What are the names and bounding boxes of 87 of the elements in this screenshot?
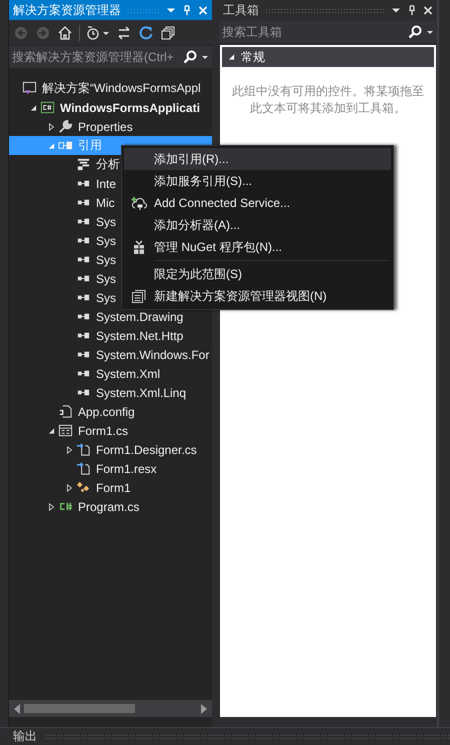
tree-label: 解决方案“WindowsFormsAppl bbox=[42, 80, 201, 97]
expanded-arrow-icon[interactable] bbox=[48, 426, 55, 434]
scroll-right-icon[interactable] bbox=[201, 704, 207, 714]
tree-label: System.Xml bbox=[96, 366, 160, 380]
cloud-plug-icon bbox=[131, 195, 147, 211]
search-field[interactable]: 搜索解决方案资源管理器(Ctrl+ bbox=[9, 46, 212, 68]
expanded-arrow-icon[interactable] bbox=[30, 104, 37, 112]
tree-label: Form1.resx bbox=[96, 462, 157, 476]
tree-label: Sys bbox=[96, 234, 116, 248]
expanded-arrow-icon[interactable] bbox=[228, 53, 235, 61]
horizontal-scrollbar[interactable] bbox=[9, 700, 212, 717]
menu-item[interactable]: 添加服务引用(S)... bbox=[124, 170, 391, 192]
search-placeholder: 搜索工具箱 bbox=[222, 24, 283, 40]
search-field[interactable]: 搜索工具箱 bbox=[219, 21, 437, 43]
tree-item[interactable]: Program.cs bbox=[9, 497, 212, 516]
project-icon bbox=[40, 100, 55, 115]
tree-item[interactable]: System.Windows.For bbox=[9, 345, 212, 364]
tree-item[interactable]: Form1.resx bbox=[9, 459, 212, 478]
menu-item[interactable]: 新建解决方案资源管理器视图(N) bbox=[124, 285, 391, 307]
home-icon[interactable] bbox=[57, 24, 73, 40]
menu-item[interactable]: 限定为此范围(S) bbox=[124, 263, 391, 285]
tree-label: System.Net.Http bbox=[96, 328, 184, 342]
tree-label: System.Xml.Linq bbox=[96, 386, 186, 400]
wrench-icon bbox=[58, 119, 73, 134]
empty-group-message: 此组中没有可用的控件。将某项拖至此文本可将其添加到工具箱。 bbox=[231, 83, 425, 117]
tree-item[interactable]: Form1.Designer.cs bbox=[9, 440, 212, 459]
tree-item[interactable]: 解决方案“WindowsFormsAppl bbox=[9, 79, 212, 98]
pin-icon[interactable] bbox=[407, 4, 417, 16]
package-icon bbox=[131, 239, 147, 255]
form-icon bbox=[58, 423, 73, 438]
new-view-icon bbox=[131, 288, 147, 304]
tree-item[interactable]: Form1.cs bbox=[9, 421, 212, 440]
tree-item[interactable]: Properties bbox=[9, 117, 212, 136]
tree-item[interactable]: WindowsFormsApplicati bbox=[9, 98, 212, 117]
tree-label: Sys bbox=[96, 252, 116, 266]
class-icon bbox=[76, 480, 91, 495]
tree-label: Form1.Designer.cs bbox=[96, 442, 197, 456]
collapsed-arrow-icon[interactable] bbox=[66, 446, 73, 454]
scroll-left-icon[interactable] bbox=[14, 704, 20, 714]
close-icon[interactable] bbox=[423, 4, 433, 16]
analyzer-icon bbox=[76, 157, 91, 172]
tree-item[interactable]: App.config bbox=[9, 402, 212, 421]
group-label: 常规 bbox=[241, 48, 265, 66]
panel-title: 工具箱 bbox=[223, 2, 259, 18]
tree-label: Mic bbox=[96, 196, 115, 210]
tree-label: Properties bbox=[78, 120, 133, 134]
tree-label: Form1.cs bbox=[78, 424, 128, 438]
tree-label: Sys bbox=[96, 214, 116, 228]
collapse-all-icon[interactable] bbox=[160, 24, 176, 40]
tree-label: 分析 bbox=[96, 156, 120, 173]
menu-item[interactable]: 管理 NuGet 程序包(N)... bbox=[124, 236, 391, 258]
tree-label: Inte bbox=[96, 176, 116, 190]
panel-title: 解决方案资源管理器 bbox=[13, 2, 121, 18]
tree-label: WindowsFormsApplicati bbox=[60, 100, 200, 114]
history-icon[interactable] bbox=[86, 24, 110, 40]
tree-label: Sys bbox=[96, 290, 116, 304]
tree-label: System.Drawing bbox=[96, 310, 184, 324]
tree-label: Sys bbox=[96, 272, 116, 286]
tree-item[interactable]: System.Xml.Linq bbox=[9, 383, 212, 402]
tree-item[interactable]: System.Net.Http bbox=[9, 326, 212, 345]
sync-icon[interactable] bbox=[116, 24, 132, 40]
collapsed-arrow-icon[interactable] bbox=[48, 122, 55, 130]
code-file-icon bbox=[76, 461, 91, 476]
config-file-icon bbox=[58, 404, 73, 419]
toolbox-group-header[interactable]: 常规 bbox=[222, 47, 434, 67]
tree-label: Form1 bbox=[96, 480, 131, 494]
refresh-icon[interactable] bbox=[138, 24, 154, 40]
tree-label: System.Windows.For bbox=[96, 348, 210, 362]
tree-item[interactable]: System.Drawing bbox=[9, 307, 212, 326]
tree-item[interactable]: System.Xml bbox=[9, 364, 212, 383]
tree-label: Program.cs bbox=[78, 500, 140, 514]
output-tab[interactable]: 输出 bbox=[13, 728, 37, 745]
solution-icon bbox=[22, 81, 37, 96]
menu-item[interactable]: Add Connected Service... bbox=[124, 192, 391, 214]
tree-label: 引用 bbox=[78, 137, 102, 154]
code-file-icon bbox=[76, 442, 91, 457]
menu-item[interactable]: 添加引用(R)... bbox=[124, 148, 391, 170]
tree-item[interactable]: Form1 bbox=[9, 478, 212, 497]
collapsed-arrow-icon[interactable] bbox=[48, 502, 55, 510]
search-icon[interactable] bbox=[183, 50, 197, 64]
search-icon[interactable] bbox=[408, 25, 422, 39]
dropdown-icon[interactable] bbox=[201, 53, 209, 61]
search-placeholder: 搜索解决方案资源管理器(Ctrl+ bbox=[12, 48, 175, 66]
tree-label: App.config bbox=[78, 404, 135, 418]
dropdown-icon[interactable] bbox=[426, 28, 434, 36]
menu-item[interactable]: 添加分析器(A)... bbox=[124, 214, 391, 236]
collapsed-arrow-icon[interactable] bbox=[66, 484, 73, 492]
